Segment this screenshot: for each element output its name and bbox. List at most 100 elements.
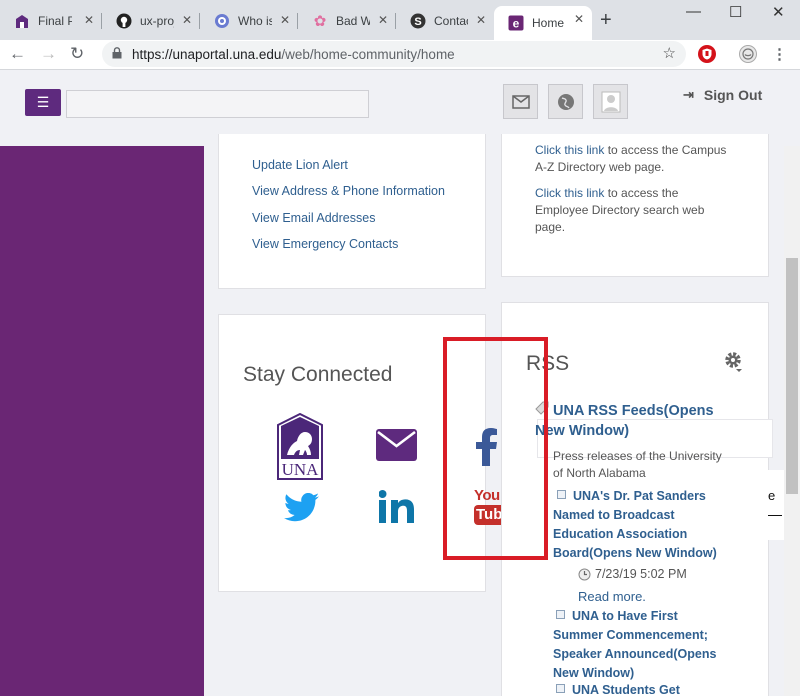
user-profile-button[interactable] (593, 84, 628, 119)
browser-toolbar: ← → ↻ https://unaportal.una.edu/web/home… (0, 40, 800, 70)
directory-text: to access the Campus (604, 143, 727, 157)
directory-text: Employee Directory search web (535, 203, 705, 217)
view-email-addresses-link[interactable]: View Email Addresses (252, 205, 445, 231)
ublock-extension-icon[interactable] (698, 45, 716, 63)
tab-title: Who is (238, 13, 272, 28)
stay-connected-title: Stay Connected (243, 363, 393, 386)
maximize-icon[interactable]: ☐ (729, 3, 742, 21)
linkedin-icon (378, 490, 414, 523)
read-more-link[interactable]: Read more. (578, 589, 646, 604)
sign-out-icon: ⇥ (683, 87, 694, 102)
close-window-icon[interactable]: ✕ (772, 3, 785, 21)
view-address-phone-link[interactable]: View Address & Phone Information (252, 178, 445, 204)
rss-feed-description: Press releases of the University of Nort… (553, 449, 722, 480)
tab-title: Bad We (336, 13, 370, 28)
envelope-icon (376, 429, 417, 461)
expand-icon[interactable] (557, 490, 566, 499)
una-social-link[interactable]: UNA (275, 412, 325, 481)
gear-icon (725, 352, 742, 372)
url-path: /web/home-community/home (281, 46, 455, 62)
rss-item: UNA's Dr. Pat Sanders (557, 487, 706, 506)
profile-avatar-icon[interactable] (739, 45, 757, 63)
update-lion-alert-link[interactable]: Update Lion Alert (252, 152, 445, 178)
sign-out-link[interactable]: ⇥ Sign Out (683, 87, 762, 103)
address-bar[interactable]: https://unaportal.una.edu/web/home-commu… (102, 41, 686, 67)
lock-icon (112, 46, 122, 62)
bookmark-star-icon[interactable]: ☆ (663, 44, 676, 62)
directory-text: to access the (604, 186, 679, 200)
rss-feed-title-link[interactable]: UNA RSS Feeds(Opens (553, 401, 714, 421)
personal-info-card: Update Lion Alert View Address & Phone I… (218, 134, 486, 289)
back-icon[interactable]: ← (9, 44, 26, 64)
e-logo-icon: e (508, 15, 524, 31)
highlight-annotation-box (443, 337, 548, 560)
una-logo-text: UNA (281, 460, 319, 479)
rss-item-title-link[interactable]: Named to Broadcast Education Association… (553, 506, 717, 563)
globe-button[interactable] (548, 84, 583, 119)
close-icon[interactable]: ✕ (280, 13, 290, 27)
chat-icon (214, 13, 230, 29)
sidebar-panel (0, 146, 204, 696)
tab-contact[interactable]: S Contact ✕ (396, 7, 494, 34)
linkedin-social-link[interactable] (378, 490, 415, 528)
email-social-link[interactable] (376, 429, 417, 466)
twitter-social-link[interactable] (284, 492, 319, 527)
close-icon[interactable]: ✕ (574, 12, 584, 26)
user-avatar-icon (601, 91, 620, 112)
view-emergency-contacts-link[interactable]: View Emergency Contacts (252, 231, 445, 257)
svg-text:S: S (414, 16, 421, 28)
tab-who-is[interactable]: Who is ✕ (200, 7, 298, 34)
hamburger-icon: ☰ (36, 94, 50, 110)
forward-icon[interactable]: → (40, 44, 57, 64)
rss-feed-title-line: UNA RSS Feeds(Opens (553, 403, 714, 419)
tab-home[interactable]: e Home ✕ (494, 6, 592, 40)
minimize-icon[interactable]: — (686, 3, 701, 20)
s-logo-icon: S (410, 13, 426, 29)
url-host: https://unaportal.una.edu (132, 46, 282, 62)
expand-icon[interactable] (556, 684, 565, 693)
mail-button[interactable] (503, 84, 538, 119)
flower-icon: ✿ (313, 12, 327, 30)
rss-item-title-link[interactable]: UNA's Dr. Pat Sanders (573, 489, 706, 503)
campus-directory-link[interactable]: Click this link (535, 143, 604, 157)
close-icon[interactable]: ✕ (378, 13, 388, 27)
employee-directory-link[interactable]: Click this link (535, 186, 604, 200)
tab-title: Final Pr (38, 13, 72, 28)
menu-toggle-button[interactable]: ☰ (25, 89, 61, 116)
search-input[interactable] (66, 90, 369, 118)
browser-menu-icon[interactable]: ⋮ (772, 45, 787, 63)
tab-bad-web[interactable]: ✿ Bad We ✕ (298, 7, 396, 34)
rss-feed-title-line: New Window) (535, 423, 630, 439)
tab-ux-project[interactable]: ux-proj ✕ (102, 7, 200, 34)
rss-item-title-link[interactable]: UNA to Have First (572, 609, 678, 623)
directory-card: Click this link to access the Campus A-Z… (501, 134, 769, 277)
rss-item-title-link[interactable]: UNA Students Get (572, 683, 680, 696)
expand-icon[interactable] (556, 610, 565, 619)
tab-title: ux-proj (140, 13, 174, 28)
tab-final-project[interactable]: Final Pr ✕ (0, 7, 102, 34)
github-icon (116, 13, 132, 29)
rss-settings-button[interactable] (724, 351, 742, 378)
globe-icon (557, 93, 574, 110)
close-icon[interactable]: ✕ (476, 13, 486, 27)
overlapping-portlet-edge: e (768, 470, 784, 540)
close-icon[interactable]: ✕ (182, 13, 192, 27)
new-tab-icon[interactable]: + (600, 9, 612, 32)
scrollbar-thumb[interactable] (786, 258, 798, 494)
directory-text: page. (535, 220, 566, 234)
rss-item-date: 7/23/19 5:02 PM (578, 567, 687, 581)
tab-title: Home (532, 16, 565, 30)
rss-item-title-link[interactable]: Summer Commencement; Speaker Announced(O… (553, 626, 716, 683)
svg-text:e: e (513, 17, 520, 31)
close-icon[interactable]: ✕ (84, 13, 94, 27)
rss-item: UNA to Have First (556, 607, 678, 626)
twitter-icon (284, 492, 319, 522)
sign-out-label: Sign Out (703, 87, 763, 103)
rss-item: UNA Students Get (556, 681, 680, 696)
browser-tab-bar: Final Pr ✕ ux-proj ✕ Who is ✕ ✿ Bad We ✕… (0, 0, 800, 40)
reload-icon[interactable]: ↻ (70, 44, 84, 64)
rss-feed-title-link[interactable]: New Window) (535, 421, 629, 441)
clock-icon (578, 568, 591, 580)
directory-text: A-Z Directory web page. (535, 160, 665, 174)
envelope-icon (511, 94, 530, 109)
